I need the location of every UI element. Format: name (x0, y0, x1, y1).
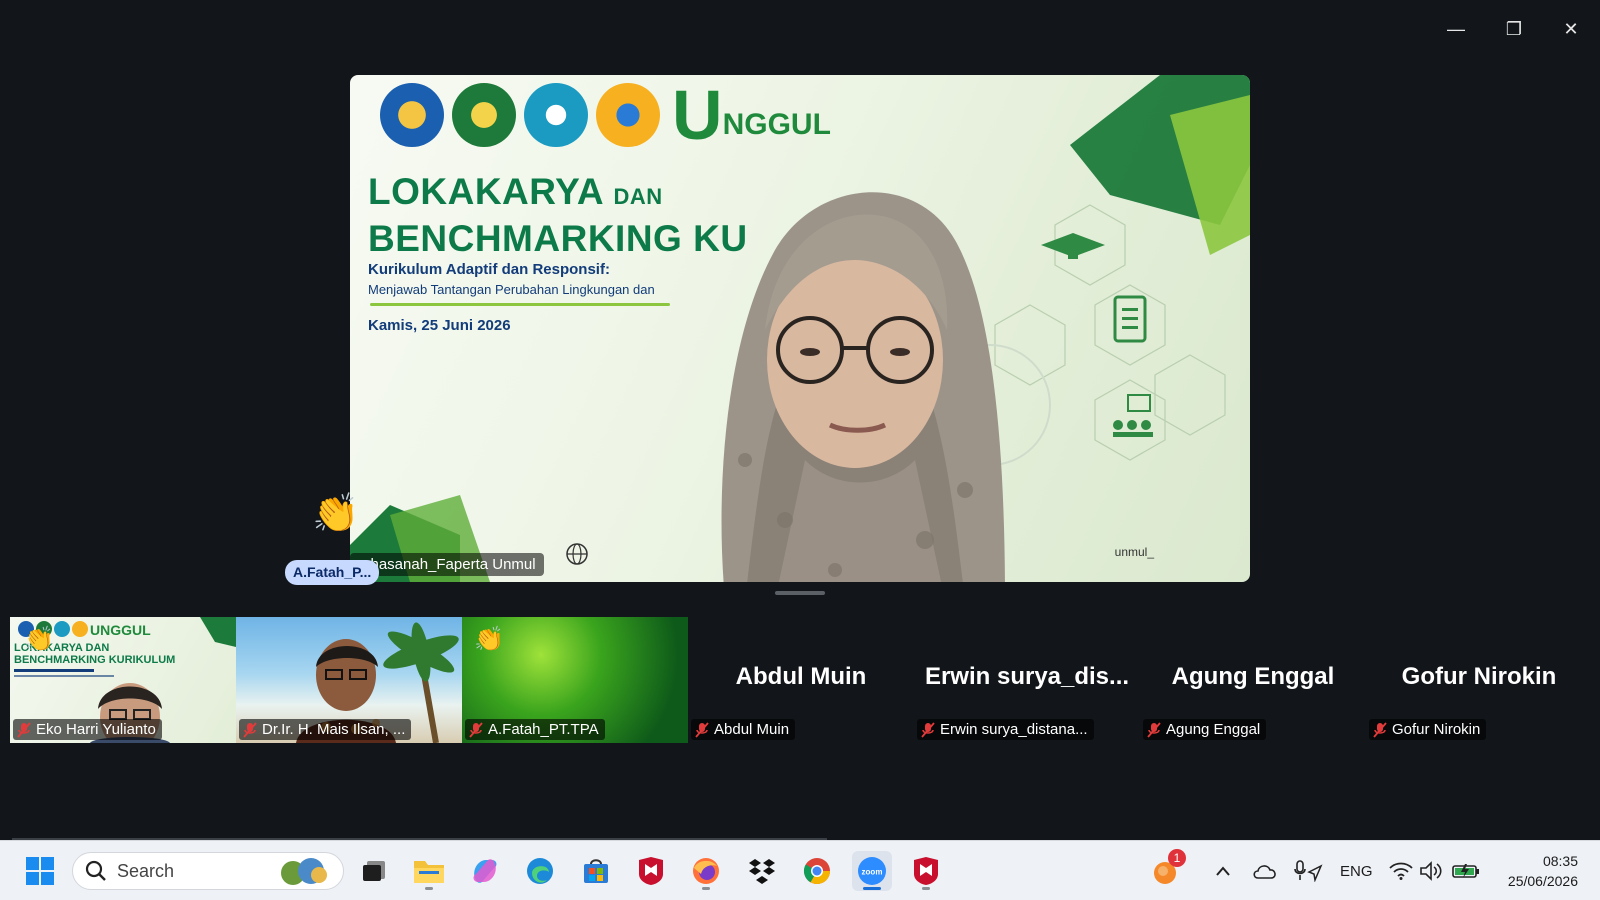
restore-button[interactable]: ❐ (1496, 14, 1532, 44)
participant-name-label: Erwin surya_distana... (917, 719, 1094, 740)
input-language-indicator[interactable]: ENG (1340, 863, 1373, 880)
muted-mic-icon (17, 721, 31, 738)
institution-logos: U NGGUL (380, 76, 831, 154)
unggul-logo-u: U (672, 76, 723, 154)
mcafee-icon[interactable] (631, 851, 671, 891)
muted-mic-icon (1373, 721, 1387, 738)
participant-gallery: UNGGUL LOKAKARYA DAN BENCHMARKING KURIKU… (10, 617, 1592, 743)
clapping-reaction-icon: 👏 (312, 493, 360, 535)
clapping-reaction-icon: 👏 (24, 626, 54, 653)
participant-tile[interactable]: Dr.Ir. H. Mais Ilsan, ... (236, 617, 462, 743)
notification-count-badge: 1 (1168, 849, 1186, 867)
reaction-name-badge[interactable]: A.Fatah_P... (285, 560, 380, 585)
unmul-logo (452, 83, 516, 147)
unggul-logo: U NGGUL (672, 76, 831, 154)
participant-name: Dr.Ir. H. Mais Ilsan, ... (262, 721, 406, 738)
copilot-icon[interactable] (465, 851, 505, 891)
muted-mic-icon (921, 721, 935, 738)
speaker-corner-tag: unmul_ (1114, 545, 1154, 559)
participant-display-name: Agung Enggal (1171, 663, 1335, 690)
active-speaker-video[interactable]: U NGGUL LOKAKARYA DAN BENCHMARKING KU Ku… (350, 75, 1250, 582)
slide-subtitle: Kurikulum Adaptif dan Responsif: (368, 261, 610, 278)
participant-tile[interactable]: 👏 A.Fatah_PT.TPA (462, 617, 688, 743)
zoom-meeting-window: — ❐ ✕ U NGGUL LOKAKARYA DAN BENCHMARKING… (0, 0, 1600, 840)
dropbox-icon[interactable] (742, 851, 782, 891)
battery-charging-icon[interactable] (1448, 851, 1484, 891)
zoom-app-label: zoom (862, 868, 883, 877)
participant-tile[interactable]: Abdul Muin Abdul Muin (688, 617, 914, 743)
diktisaintek-logo (596, 83, 660, 147)
participant-tile[interactable]: UNGGUL LOKAKARYA DAN BENCHMARKING KURIKU… (10, 617, 236, 743)
slide-subtitle-2: Menjawab Tantangan Perubahan Lingkungan … (368, 282, 655, 297)
slide-divider (370, 303, 670, 306)
search-placeholder: Search (117, 860, 175, 881)
blu-logo (524, 83, 588, 147)
participant-name-label: Gofur Nirokin (1369, 719, 1487, 740)
svg-text:UNGGUL: UNGGUL (90, 622, 151, 638)
participant-name: Erwin surya_distana... (940, 721, 1088, 738)
muted-mic-icon (1147, 721, 1161, 738)
participant-name: Gofur Nirokin (1392, 721, 1481, 738)
file-explorer-icon[interactable] (409, 851, 449, 891)
microsoft-store-icon[interactable] (576, 851, 616, 891)
firefox-icon[interactable] (686, 851, 726, 891)
speaker-name-label: ...hasanah_Faperta Unmul (350, 553, 544, 576)
search-highlight-icon (281, 858, 327, 885)
participant-name-label: Abdul Muin (691, 719, 796, 740)
windows-taskbar: Search zoom 1 ENG 08:35 25/06/2026 (0, 840, 1600, 900)
speaker-person-image (721, 192, 1005, 582)
search-icon (85, 860, 106, 881)
onedrive-cloud-icon[interactable] (1248, 851, 1282, 891)
edge-browser-icon[interactable] (520, 851, 560, 891)
clapping-reaction-icon: 👏 (474, 626, 504, 653)
participant-name-label: A.Fatah_PT.TPA (465, 719, 605, 740)
slide-title-line1: LOKAKARYA (368, 171, 603, 212)
participant-display-name: Gofur Nirokin (1401, 663, 1557, 690)
close-button[interactable]: ✕ (1553, 14, 1589, 44)
globe-icon (566, 543, 588, 565)
microphone-location-icon[interactable] (1290, 851, 1326, 891)
participant-display-name: Abdul Muin (735, 663, 867, 690)
participant-name-label: Dr.Ir. H. Mais Ilsan, ... (239, 719, 412, 740)
slide-date: Kamis, 25 Juni 2026 (368, 317, 511, 334)
participant-name: Abdul Muin (714, 721, 790, 738)
participant-name-label: Agung Enggal (1143, 719, 1267, 740)
notification-app-icon[interactable]: 1 (1146, 849, 1186, 891)
windows-start-icon[interactable] (20, 851, 60, 891)
kemendikbud-logo (380, 83, 444, 147)
muted-mic-icon (469, 721, 483, 738)
taskbar-clock-date[interactable]: 25/06/2026 (1488, 873, 1578, 889)
participant-tile[interactable]: Agung Enggal Agung Enggal (1140, 617, 1366, 743)
slide-title-dan: DAN (613, 184, 663, 209)
participant-display-name: Erwin surya_dis... (924, 663, 1130, 690)
svg-text:BENCHMARKING KURIKULUM: BENCHMARKING KURIKULUM (14, 654, 175, 666)
participant-tile[interactable]: Erwin surya_dis... Erwin surya_distana..… (914, 617, 1140, 743)
chevron-up-icon[interactable] (1208, 851, 1238, 891)
unggul-logo-text: NGGUL (722, 108, 831, 141)
participant-name: Agung Enggal (1166, 721, 1261, 738)
muted-mic-icon (695, 721, 709, 738)
minimize-button[interactable]: — (1438, 14, 1474, 44)
volume-icon[interactable] (1416, 851, 1446, 891)
muted-mic-icon (243, 721, 257, 738)
participant-name: A.Fatah_PT.TPA (488, 721, 599, 738)
wifi-icon[interactable] (1386, 851, 1416, 891)
task-view-icon[interactable] (354, 851, 394, 891)
taskbar-clock-time[interactable]: 08:35 (1528, 853, 1578, 869)
taskbar-search-box[interactable]: Search (72, 852, 344, 890)
chrome-icon[interactable] (797, 851, 837, 891)
participant-name: Eko Harri Yulianto (36, 721, 156, 738)
zoom-app-icon[interactable]: zoom (852, 851, 892, 891)
mcafee-security-icon[interactable] (906, 851, 946, 891)
participant-name-label: Eko Harri Yulianto (13, 719, 162, 740)
resize-handle[interactable] (775, 591, 825, 595)
participant-tile[interactable]: Gofur Nirokin Gofur Nirokin (1366, 617, 1592, 743)
